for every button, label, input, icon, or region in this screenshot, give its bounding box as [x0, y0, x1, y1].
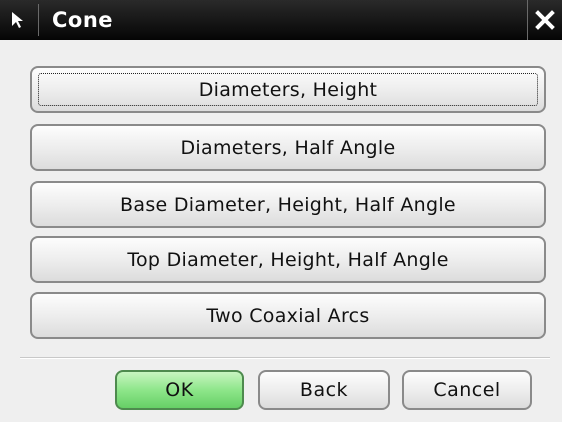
cone-dialog: Cone Diameters, Height Diameters, Half A…	[0, 0, 562, 422]
dialog-title: Cone	[52, 8, 114, 32]
option-base-diameter-height-half-angle[interactable]: Base Diameter, Height, Half Angle	[30, 181, 546, 228]
cursor-arrow-icon	[0, 0, 38, 40]
title-bar: Cone	[0, 0, 562, 40]
option-diameters-height[interactable]: Diameters, Height	[30, 66, 546, 113]
option-label: Top Diameter, Height, Half Angle	[127, 248, 449, 271]
close-icon	[535, 10, 555, 30]
cancel-label: Cancel	[433, 379, 501, 401]
close-button[interactable]	[527, 0, 562, 40]
back-button[interactable]: Back	[258, 370, 390, 410]
footer-divider	[20, 357, 550, 359]
option-diameters-half-angle[interactable]: Diameters, Half Angle	[30, 124, 546, 171]
back-label: Back	[299, 379, 349, 401]
option-label: Diameters, Half Angle	[180, 136, 396, 159]
option-top-diameter-height-half-angle[interactable]: Top Diameter, Height, Half Angle	[30, 236, 546, 283]
option-label: Two Coaxial Arcs	[206, 304, 370, 327]
cancel-button[interactable]: Cancel	[402, 370, 532, 410]
option-label: Base Diameter, Height, Half Angle	[120, 193, 456, 216]
option-two-coaxial-arcs[interactable]: Two Coaxial Arcs	[30, 292, 546, 339]
option-label: Diameters, Height	[198, 78, 378, 101]
ok-button[interactable]: OK	[115, 370, 244, 410]
title-separator	[38, 4, 39, 36]
ok-label: OK	[165, 379, 194, 401]
